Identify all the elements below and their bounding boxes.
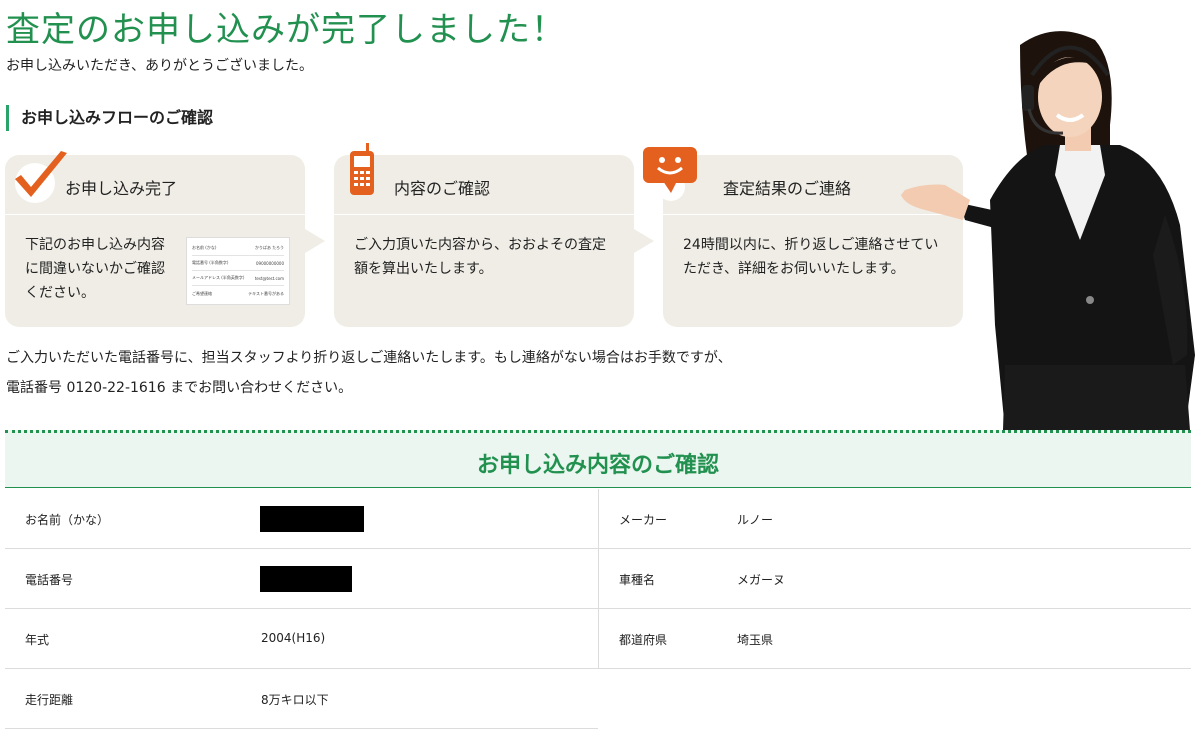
sample-form-row: ご希望連絡 テキスト番号がある (192, 290, 284, 296)
table-row: 年式 2004(H16) (5, 609, 598, 669)
table-row: メーカー ルノー (598, 489, 1191, 549)
table-row: 車種名 メガーヌ (598, 549, 1191, 609)
mobile-phone-icon (350, 143, 374, 195)
flow-arrow (634, 229, 654, 253)
field-label: 都道府県 (619, 633, 668, 647)
redacted-value (260, 506, 364, 532)
field-label: 車種名 (619, 573, 656, 587)
field-value: 2004(H16) (261, 631, 326, 645)
flow-step-complete: お申し込み完了 下記のお申し込み内容に間違いないかご確認ください。 お名前 (か… (5, 151, 325, 327)
flow-step-text: ご入力頂いた内容から、おおよその査定額を算出いたします。 (354, 237, 606, 277)
field-value: 8万キロ以下 (261, 693, 329, 707)
checkmark-icon (15, 151, 67, 203)
table-row: お名前（かな） (5, 489, 598, 549)
flow-arrow (305, 229, 325, 253)
flow-step-text: 下記のお申し込み内容に間違いないかご確認ください。 (25, 237, 165, 301)
flow-heading: お申し込みフローのご確認 (6, 105, 213, 131)
field-label: 走行距離 (25, 693, 74, 707)
field-label: メーカー (619, 513, 668, 527)
flow-step-header: お申し込み完了 (5, 151, 305, 215)
field-value: ルノー (737, 513, 774, 527)
field-label: 電話番号 (25, 573, 74, 587)
flow-step-title: お申し込み完了 (65, 179, 178, 198)
flow-step-header: 内容のご確認 (334, 143, 634, 215)
confirmation-header: お申し込み内容のご確認 (5, 430, 1191, 488)
smiling-chat-bubble-icon (643, 147, 697, 201)
table-row: 走行距離 8万キロ以下 (5, 669, 598, 729)
confirmation-title: お申し込み内容のご確認 (476, 453, 719, 478)
support-operator-image (901, 31, 1195, 430)
contact-notice-line: ご入力いただいた電話番号に、担当スタッフより折り返しご連絡いたします。もし連絡が… (6, 350, 732, 366)
contact-notice-line: 電話番号 0120-22-1616 までお問い合わせください。 (6, 380, 353, 396)
flow-step-review: 内容のご確認 ご入力頂いた内容から、おおよその査定額を算出いたします。 (334, 143, 654, 327)
flow-step-title: 査定結果のご連絡 (723, 179, 852, 198)
sample-form-thumbnail: お名前 (かな) かりばあ たろう 電話番号 (半角数字) 09000000000 … (186, 237, 290, 305)
redacted-value (260, 566, 352, 592)
field-value: 埼玉県 (737, 633, 774, 647)
page-title: 査定のお申し込みが完了しました！ (6, 10, 566, 50)
sample-form-row: 電話番号 (半角数字) 09000000000 (192, 256, 284, 271)
page-subtitle: お申し込みいただき、ありがとうございました。 (6, 58, 314, 74)
table-row: 電話番号 (5, 549, 598, 609)
flow-step-title: 内容のご確認 (394, 179, 491, 198)
table-row: 都道府県 埼玉県 (598, 609, 1191, 669)
contact-notice: ご入力いただいた電話番号に、担当スタッフより折り返しご連絡いたします。もし連絡が… (6, 343, 732, 403)
field-label: 年式 (25, 633, 50, 647)
field-label: お名前（かな） (25, 513, 110, 527)
sample-form-row: お名前 (かな) かりばあ たろう (192, 241, 284, 256)
field-value: メガーヌ (737, 573, 786, 587)
sample-form-row: メールアドレス (半角英数字) test@test.com (192, 271, 284, 286)
